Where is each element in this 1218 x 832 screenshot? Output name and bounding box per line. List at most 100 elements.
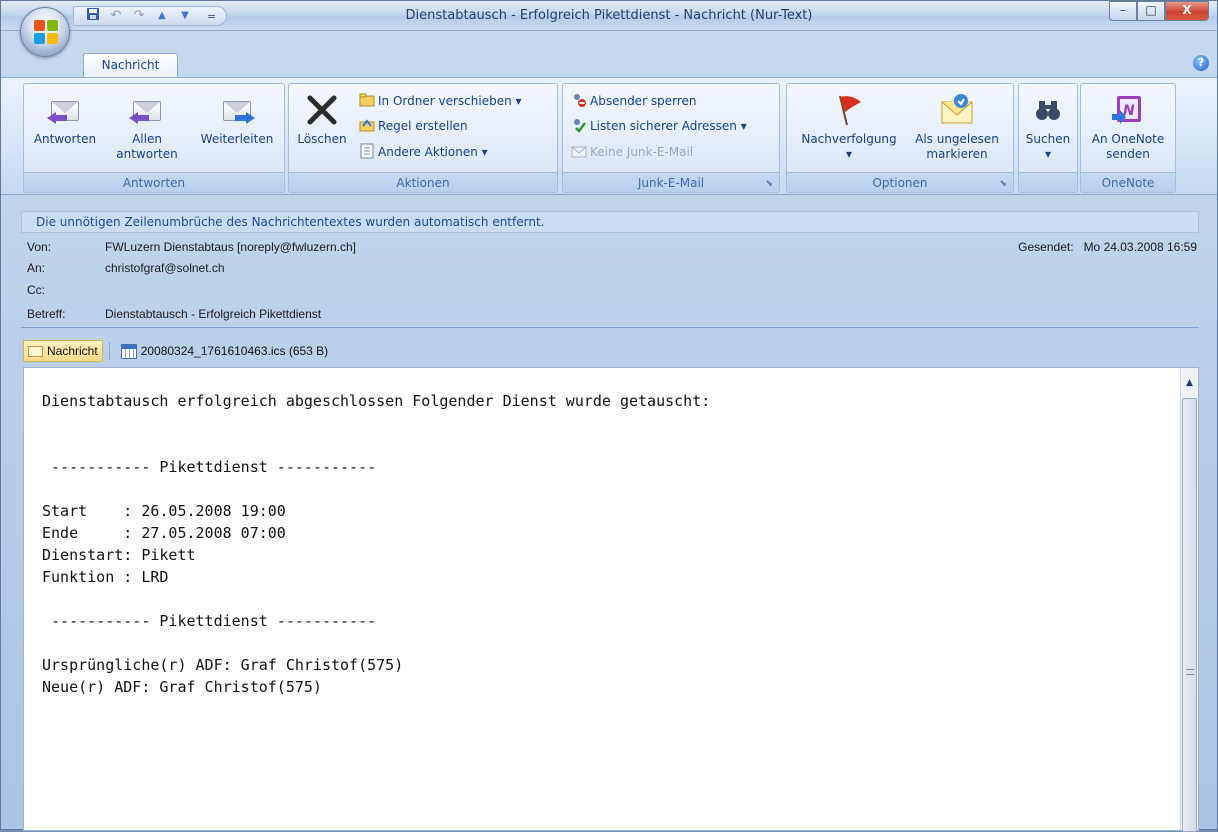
group-optionen: Nachverfolgung ▾ Als ungelesen markieren…	[786, 83, 1014, 193]
header-row-from: Von: FWLuzern Dienstabtaus [noreply@fwlu…	[21, 237, 1199, 257]
optionen-dialog-launcher-icon[interactable]: ⬊	[999, 179, 1007, 189]
scroll-thumb[interactable]	[1182, 398, 1197, 832]
group-suchen: Suchen ▾	[1018, 83, 1078, 193]
scroll-up-icon[interactable]: ▲	[1182, 372, 1197, 394]
body-line	[42, 478, 710, 500]
message-body-tab[interactable]: Nachricht	[23, 340, 103, 362]
find-arrow: ▾	[1044, 147, 1052, 161]
tab-nachricht[interactable]: Nachricht	[83, 53, 178, 77]
subject-label: Betreff:	[27, 307, 66, 321]
maximize-button[interactable]: □	[1137, 1, 1165, 21]
group-label-aktionen: Aktionen	[289, 172, 557, 192]
move-to-folder-button[interactable]: In Ordner verschieben ▾	[359, 90, 522, 112]
ribbon-tab-strip: Nachricht ?	[1, 31, 1217, 77]
body-line: Neue(r) ADF: Graf Christof(575)	[42, 678, 322, 696]
group-onenote: N An OneNote senden OneNote	[1080, 83, 1176, 193]
move-to-folder-label: In Ordner verschieben ▾	[378, 94, 522, 108]
other-actions-icon	[359, 143, 375, 159]
mark-unread-label-1: Als ungelesen	[915, 132, 999, 146]
group-label-junk-email: Junk-E-Mail	[563, 172, 779, 192]
body-line: Ende : 27.05.2008 07:00	[42, 524, 286, 542]
to-label: An:	[27, 261, 46, 275]
group-label-antworten: Antworten	[24, 172, 284, 192]
reply-label: Antworten	[33, 132, 97, 146]
rule-icon	[359, 117, 375, 133]
body-line	[42, 632, 710, 654]
header-row-subject: Betreff: Dienstabtausch - Erfolgreich Pi…	[21, 304, 1199, 324]
body-line: Dienstart: Pikett	[42, 546, 196, 564]
window-controls: – □ X	[1109, 1, 1209, 21]
from-value[interactable]: FWLuzern Dienstabtaus [noreply@fwluzern.…	[105, 237, 356, 257]
header-divider	[21, 327, 1199, 328]
office-button[interactable]	[20, 7, 70, 57]
attachment-ics[interactable]: 20080324_1761610463.ics (653 B)	[116, 340, 334, 362]
message-body[interactable]: Dienstabtausch erfolgreich abgeschlossen…	[23, 367, 1199, 832]
followup-button[interactable]: Nachverfolgung ▾	[791, 92, 907, 162]
send-to-onenote-label-2: senden	[1106, 147, 1150, 161]
vertical-scrollbar[interactable]: ▲	[1180, 368, 1198, 832]
header-row-to: An: christofgraf@solnet.ch	[21, 258, 1199, 278]
reply-all-button[interactable]: Allen antworten	[114, 92, 180, 162]
followup-arrow: ▾	[845, 147, 853, 161]
group-label-suchen	[1019, 172, 1077, 192]
not-junk-button[interactable]: Keine Junk-E-Mail	[571, 141, 693, 163]
attachment-ics-label: 20080324_1761610463.ics (653 B)	[140, 344, 329, 358]
title-bar[interactable]: ↶ ↷ ▲ ▼ = Dienstabtausch - Erfolgreich P…	[1, 1, 1217, 31]
sent-block: Gesendet: Mo 24.03.2008 16:59	[1018, 237, 1197, 257]
folder-move-icon	[359, 92, 375, 108]
block-sender-button[interactable]: Absender sperren	[571, 90, 696, 112]
mark-unread-button[interactable]: Als ungelesen markieren	[907, 92, 1007, 162]
body-line: Start : 26.05.2008 19:00	[42, 502, 286, 520]
to-value[interactable]: christofgraf@solnet.ch	[105, 258, 225, 278]
delete-label: Löschen	[297, 132, 347, 146]
body-line: ----------- Pikettdienst -----------	[42, 458, 377, 476]
block-sender-label: Absender sperren	[590, 94, 697, 108]
block-sender-icon	[571, 92, 587, 108]
find-label: Suchen	[1025, 132, 1071, 146]
group-aktionen: Löschen In Ordner verschieben ▾ Regel er…	[288, 83, 558, 193]
binoculars-icon	[1030, 92, 1066, 128]
group-label-onenote: OneNote	[1081, 172, 1175, 192]
attachment-separator	[108, 342, 110, 360]
office-logo-icon	[34, 20, 58, 44]
create-rule-label: Regel erstellen	[378, 119, 468, 133]
sent-value: Mo 24.03.2008 16:59	[1083, 240, 1197, 254]
group-junk-email: Absender sperren Listen sicherer Adresse…	[562, 83, 780, 193]
delete-x-icon	[304, 92, 340, 128]
mark-unread-label-2: markieren	[926, 147, 988, 161]
body-line: ----------- Pikettdienst -----------	[42, 612, 377, 630]
body-line: Ursprüngliche(r) ADF: Graf Christof(575)	[42, 656, 404, 674]
flag-icon	[831, 92, 867, 128]
forward-icon	[219, 92, 255, 128]
minimize-button[interactable]: –	[1109, 1, 1137, 21]
help-icon[interactable]: ?	[1193, 55, 1209, 71]
cc-label: Cc:	[27, 283, 45, 297]
message-body-tab-label: Nachricht	[47, 344, 98, 358]
info-bar[interactable]: Die unnötigen Zeilenumbrüche des Nachric…	[21, 211, 1199, 233]
forward-button[interactable]: Weiterleiten	[194, 92, 280, 147]
not-junk-label: Keine Junk-E-Mail	[590, 145, 694, 159]
envelope-icon	[28, 345, 43, 357]
delete-button[interactable]: Löschen	[291, 92, 353, 147]
find-button[interactable]: Suchen ▾	[1019, 92, 1077, 162]
reply-all-icon	[129, 92, 165, 128]
message-body-text: Dienstabtausch erfolgreich abgeschlossen…	[42, 390, 710, 698]
ribbon: Antworten Allen antworten Weiterleiten A…	[1, 77, 1217, 195]
other-actions-button[interactable]: Andere Aktionen ▾	[359, 141, 488, 163]
body-line	[42, 434, 710, 456]
create-rule-button[interactable]: Regel erstellen	[359, 115, 468, 137]
forward-label: Weiterleiten	[200, 132, 274, 146]
reply-icon	[47, 92, 83, 128]
junk-dialog-launcher-icon[interactable]: ⬊	[765, 179, 773, 189]
reply-button[interactable]: Antworten	[30, 92, 100, 147]
outlook-message-window: ↶ ↷ ▲ ▼ = Dienstabtausch - Erfolgreich P…	[0, 0, 1218, 832]
sent-label: Gesendet:	[1018, 240, 1074, 254]
header-row-cc: Cc:	[21, 280, 1199, 300]
safe-lists-button[interactable]: Listen sicherer Adressen ▾	[571, 115, 747, 137]
group-label-optionen: Optionen	[787, 172, 1013, 192]
send-to-onenote-label-1: An OneNote	[1091, 132, 1165, 146]
send-to-onenote-button[interactable]: N An OneNote senden	[1081, 92, 1175, 162]
reply-all-label-1: Allen	[132, 132, 162, 146]
close-button[interactable]: X	[1165, 1, 1209, 21]
body-line: Funktion : LRD	[42, 568, 169, 586]
